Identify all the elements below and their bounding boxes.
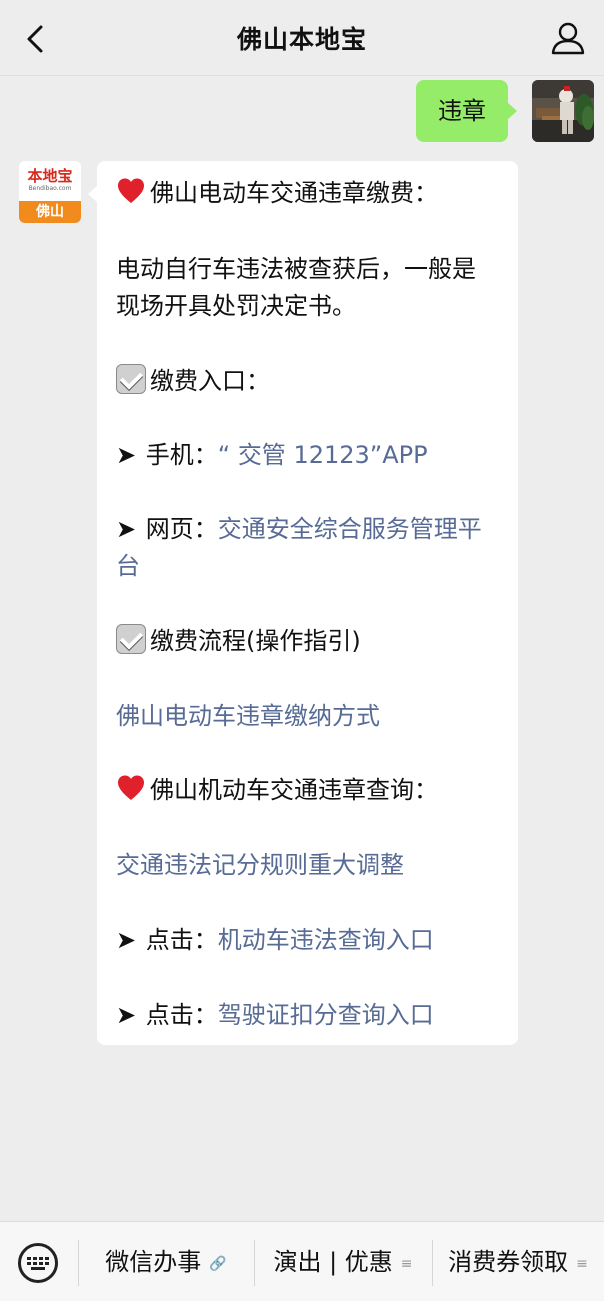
- user-message-bubble[interactable]: 违章: [416, 80, 517, 142]
- chat-header: 佛山本地宝: [0, 0, 604, 76]
- bot-logo: 本地宝 Bendibao.com: [19, 161, 81, 201]
- arrow-icon: ➤: [116, 515, 137, 543]
- arrow-icon: ➤: [116, 1001, 137, 1029]
- message-line: ➤ 点击：机动车违法查询入口: [116, 922, 434, 959]
- user-avatar-image: [532, 80, 594, 142]
- heart-icon: [118, 775, 144, 800]
- bot-message-bubble: 佛山电动车交通违章缴费： 电动自行车违法被查获后，一般是 现场开具处罚决定书。 …: [88, 161, 518, 1045]
- menu-item-shows-offers[interactable]: 演出 | 优惠 ≡: [254, 1222, 432, 1301]
- section-heading: 佛山机动车交通违章查询：: [150, 776, 438, 804]
- message-line: 电动自行车违法被查获后，一般是: [116, 255, 476, 283]
- bot-avatar[interactable]: 本地宝 Bendibao.com 佛山: [19, 161, 81, 223]
- website-link-continued[interactable]: 台: [116, 548, 140, 585]
- arrow-icon: ➤: [116, 441, 137, 469]
- logo-name: 本地宝: [27, 167, 73, 185]
- keyboard-icon: [27, 1256, 49, 1270]
- menu-item-wechat-service[interactable]: 微信办事 🔗: [78, 1222, 254, 1301]
- arrow-icon: ➤: [116, 926, 137, 954]
- message-line: 缴费流程(操作指引): [116, 623, 361, 660]
- menu-icon: ≡: [400, 1256, 413, 1272]
- vehicle-violation-query-link[interactable]: 机动车违法查询入口: [218, 926, 434, 954]
- license-points-query-link[interactable]: 驾驶证扣分查询入口: [218, 1001, 434, 1029]
- logo-city: 佛山: [19, 201, 81, 223]
- line-label: 手机：: [138, 441, 218, 469]
- heart-icon: [118, 178, 144, 203]
- menu-item-label: 微信办事: [105, 1248, 202, 1276]
- checkbox-icon: [116, 624, 146, 654]
- line-label: 点击：: [138, 1001, 218, 1029]
- app-link[interactable]: “ 交管 12123”APP: [218, 441, 428, 469]
- menu-icon: ≡: [576, 1256, 588, 1272]
- link-icon: 🔗: [209, 1256, 227, 1272]
- rules-adjustment-link[interactable]: 交通违法记分规则重大调整: [116, 847, 404, 884]
- section-heading: 佛山电动车交通违章缴费：: [150, 179, 438, 207]
- message-line: ➤ 点击：驾驶证扣分查询入口: [116, 997, 434, 1034]
- message-line: ➤ 手机：“ 交管 12123”APP: [116, 437, 428, 474]
- user-message-row: 违章: [10, 80, 594, 142]
- payment-method-link[interactable]: 佛山电动车违章缴纳方式: [116, 698, 380, 735]
- message-line: ➤ 网页：交通安全综合服务管理平: [116, 511, 482, 548]
- message-line: 现场开具处罚决定书。: [116, 292, 356, 320]
- keyboard-toggle-button[interactable]: [18, 1243, 58, 1283]
- user-profile-icon: [551, 22, 585, 55]
- message-line: 缴费入口：: [116, 363, 270, 400]
- page-title: 佛山本地宝: [236, 25, 367, 54]
- website-link[interactable]: 交通安全综合服务管理平: [218, 515, 482, 543]
- menu-item-coupons[interactable]: 消费券领取 ≡: [432, 1222, 604, 1301]
- menu-item-label: 消费券领取: [448, 1248, 569, 1276]
- logo-url: Bendibao.com: [28, 185, 72, 192]
- section-heading: 缴费入口：: [150, 367, 270, 395]
- message-line: 佛山电动车交通违章缴费：: [116, 175, 438, 212]
- line-label: 网页：: [138, 515, 218, 543]
- checkbox-icon: [116, 364, 146, 394]
- profile-button[interactable]: [550, 20, 586, 56]
- bottom-menu-bar: 微信办事 🔗 演出 | 优惠 ≡ 消费券领取 ≡: [0, 1221, 604, 1301]
- message-line: 佛山机动车交通违章查询：: [116, 772, 438, 809]
- line-label: 点击：: [138, 926, 218, 954]
- user-avatar[interactable]: [532, 80, 594, 142]
- menu-item-label: 演出 | 优惠: [273, 1248, 393, 1276]
- section-heading: 缴费流程(操作指引): [150, 627, 361, 655]
